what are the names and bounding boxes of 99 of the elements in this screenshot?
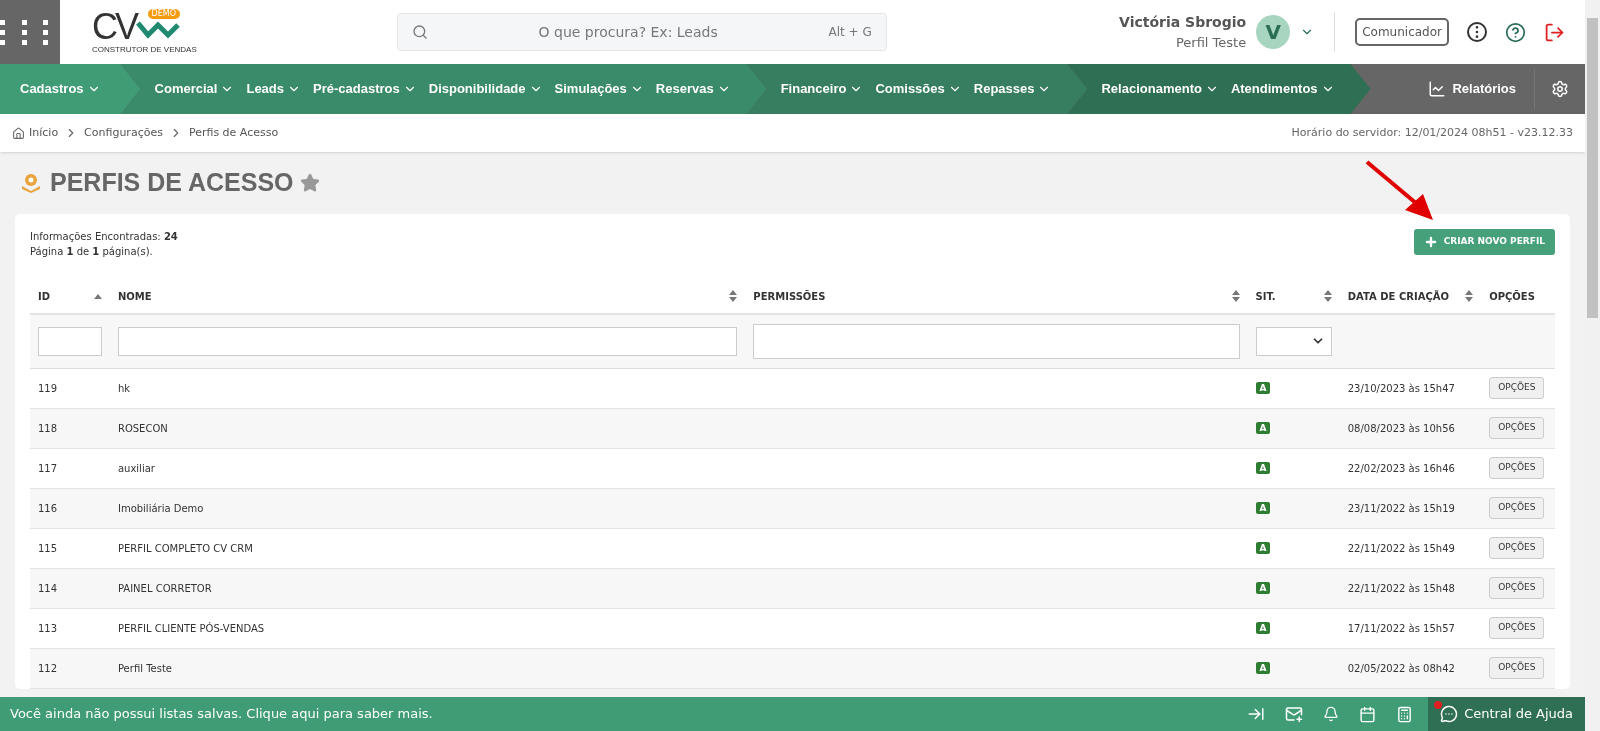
- plus-icon: [1423, 235, 1438, 249]
- user-avatar[interactable]: V: [1256, 15, 1291, 49]
- home-icon[interactable]: [12, 126, 25, 140]
- arrow-to-line-icon[interactable]: [1247, 705, 1266, 723]
- table-cell: 23/11/2022 às 15h19: [1347, 502, 1455, 514]
- help-center-button[interactable]: Central de Ajuda: [1428, 697, 1585, 731]
- table-cell: hk: [117, 382, 131, 394]
- line-chart-icon: [1428, 80, 1447, 98]
- status-badge: A: [1255, 582, 1271, 595]
- reports-link[interactable]: Relatórios: [1410, 79, 1534, 99]
- settings-icon[interactable]: [1551, 80, 1569, 98]
- user-name: Victória Sbrogio: [1119, 12, 1247, 32]
- breadcrumb-link[interactable]: Início: [29, 124, 59, 142]
- column-header[interactable]: PERMISSÕES: [753, 288, 826, 304]
- table-cell: 118: [38, 422, 58, 434]
- sort-icon[interactable]: [729, 290, 738, 302]
- options-button[interactable]: OPÇÕES: [1489, 537, 1545, 559]
- options-button[interactable]: OPÇÕES: [1489, 577, 1545, 599]
- search-icon: [411, 24, 428, 40]
- calculator-icon[interactable]: [1396, 705, 1414, 723]
- status-badge: A: [1255, 662, 1271, 675]
- status-badge: A: [1255, 462, 1271, 475]
- search-input[interactable]: O que procura? Ex: Leads: [427, 21, 829, 43]
- status-badge: A: [1255, 622, 1271, 635]
- column-header[interactable]: NOME: [117, 288, 152, 304]
- column-header[interactable]: SIT.: [1255, 288, 1276, 304]
- nav-menu-item[interactable]: Financeiro: [780, 79, 864, 99]
- table-cell: Perfil Teste: [117, 662, 172, 674]
- search-field[interactable]: O que procura? Ex: Leads Alt + G: [396, 13, 887, 51]
- calendar-icon[interactable]: [1359, 705, 1377, 723]
- nav-menu-item[interactable]: Reservas: [655, 79, 731, 99]
- nav-menu-item[interactable]: Relacionamento: [1101, 79, 1219, 99]
- more-options-icon[interactable]: [1467, 22, 1487, 42]
- table-cell: PERFIL CLIENTE PÓS-VENDAS: [117, 622, 265, 634]
- filter-input[interactable]: [753, 323, 1240, 359]
- sort-icon[interactable]: [1323, 290, 1332, 302]
- table-cell: 22/11/2022 às 15h48: [1347, 582, 1455, 594]
- options-button[interactable]: OPÇÕES: [1489, 457, 1545, 479]
- table-cell: Imobiliária Demo: [117, 502, 204, 514]
- table-cell: 22/02/2023 às 16h46: [1347, 462, 1455, 474]
- nav-menu-item[interactable]: Repasses: [973, 79, 1052, 99]
- table-cell: 114: [38, 582, 58, 594]
- logout-icon[interactable]: [1544, 21, 1565, 43]
- breadcrumb-link[interactable]: Perfis de Acesso: [188, 124, 279, 142]
- filter-input[interactable]: [38, 326, 102, 356]
- nav-menu-item[interactable]: Atendimentos: [1230, 79, 1335, 99]
- server-time: Horário do servidor: 12/01/2024 08h51 - v23.12.33: [1291, 124, 1573, 141]
- communicator-button[interactable]: Comunicador: [1355, 18, 1449, 46]
- help-icon[interactable]: [1505, 21, 1526, 43]
- sort-icon[interactable]: [1231, 290, 1240, 302]
- column-header[interactable]: DATA DE CRIAÇÃO: [1347, 288, 1449, 304]
- table-cell: 115: [38, 542, 58, 554]
- nav-menu-item[interactable]: Leads: [246, 79, 302, 99]
- table-cell: 112: [38, 662, 58, 674]
- table-cell: ROSECON: [117, 422, 168, 434]
- options-button[interactable]: OPÇÕES: [1489, 497, 1545, 519]
- table-cell: auxiliar: [117, 462, 155, 474]
- nav-menu-item[interactable]: Disponibilidade: [428, 79, 543, 99]
- nav-menu-item[interactable]: Comissões: [875, 79, 962, 99]
- nav-menu-item[interactable]: Pré-cadastros: [313, 79, 417, 99]
- options-button[interactable]: OPÇÕES: [1489, 417, 1545, 439]
- nav-menu-item[interactable]: Simulações: [554, 79, 644, 99]
- options-button[interactable]: OPÇÕES: [1489, 377, 1545, 399]
- table-cell: 116: [38, 502, 58, 514]
- sort-ascending-icon[interactable]: [93, 293, 102, 299]
- breadcrumb-link[interactable]: Configurações: [84, 124, 163, 142]
- pagination-info: Página 1 de 1 página(s).: [30, 245, 154, 259]
- status-badge: A: [1255, 542, 1271, 555]
- chat-bubble-icon: [1440, 705, 1459, 723]
- mail-plus-icon[interactable]: [1285, 705, 1304, 723]
- table-cell: 117: [38, 462, 58, 474]
- table-cell: 22/11/2022 às 15h49: [1347, 542, 1455, 554]
- table-cell: 113: [38, 622, 58, 634]
- shortcut-hint: Alt + G: [828, 24, 872, 41]
- status-badge: A: [1255, 502, 1271, 515]
- table-cell: 02/05/2022 às 08h42: [1347, 662, 1455, 674]
- bell-icon[interactable]: [1323, 706, 1340, 722]
- table-cell: PERFIL COMPLETO CV CRM: [117, 542, 253, 554]
- options-button[interactable]: OPÇÕES: [1489, 617, 1545, 639]
- results-count: Informações Encontradas: 24: [30, 230, 178, 244]
- column-header[interactable]: ID: [38, 288, 51, 304]
- table-cell: PAINEL CORRETOR: [117, 582, 212, 594]
- status-badge: A: [1255, 382, 1271, 395]
- nav-menu-item[interactable]: Comercial: [154, 79, 235, 99]
- table-cell: 08/08/2023 às 10h56: [1347, 422, 1455, 434]
- apps-menu-button[interactable]: [0, 0, 60, 64]
- favorite-star-icon[interactable]: [299, 173, 320, 193]
- table-cell: 23/10/2023 às 15h47: [1347, 382, 1455, 394]
- table-cell: 17/11/2022 às 15h57: [1347, 622, 1455, 634]
- column-header[interactable]: OPÇÕES: [1489, 288, 1535, 304]
- logo[interactable]: CV DEMO CONSTRUTOR DE VENDAS: [92, 7, 197, 57]
- status-badge: A: [1255, 422, 1271, 435]
- sort-icon[interactable]: [1465, 290, 1474, 302]
- user-profile: Perfil Teste: [1175, 33, 1247, 52]
- pointer-arrow-annotation: [1365, 160, 1435, 222]
- filter-input[interactable]: [117, 326, 738, 356]
- table-cell: 119: [38, 382, 58, 394]
- page-title: PERFIS DE ACESSO: [50, 167, 294, 199]
- options-button[interactable]: OPÇÕES: [1489, 657, 1545, 679]
